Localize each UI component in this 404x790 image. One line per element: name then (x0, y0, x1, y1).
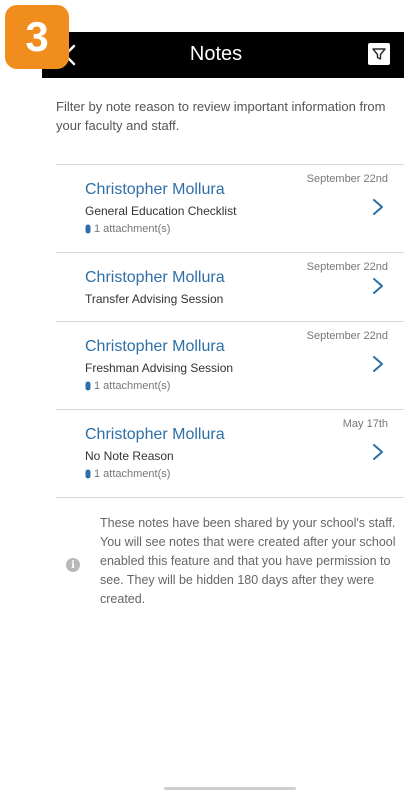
note-author: Christopher Mollura (85, 181, 225, 198)
note-reason: General Education Checklist (85, 204, 237, 218)
filter-icon (372, 48, 386, 60)
paperclip-icon (85, 381, 91, 391)
step-number-badge: 3 (5, 5, 69, 69)
note-reason: No Note Reason (85, 449, 174, 463)
note-list-item[interactable]: May 17th Christopher Mollura No Note Rea… (56, 410, 404, 497)
notes-list: September 22nd Christopher Mollura Gener… (56, 164, 404, 498)
note-date: September 22nd (306, 330, 388, 342)
note-list-item[interactable]: September 22nd Christopher Mollura Gener… (56, 165, 404, 252)
note-date: May 17th (342, 418, 388, 430)
note-date: September 22nd (306, 173, 388, 185)
note-list-item[interactable]: September 22nd Christopher Mollura Fresh… (56, 322, 404, 409)
filter-button[interactable] (368, 43, 390, 65)
header-bar: Notes (42, 32, 404, 78)
paperclip-icon (85, 469, 91, 479)
note-author: Christopher Mollura (85, 269, 225, 286)
info-text: These notes have been shared by your sch… (100, 516, 396, 606)
attachment-count: 1 attachment(s) (94, 380, 171, 392)
info-icon: i (66, 558, 80, 572)
note-reason: Freshman Advising Session (85, 361, 234, 375)
chevron-right-icon (373, 199, 383, 215)
note-reason: Transfer Advising Session (85, 292, 224, 306)
note-date: September 22nd (306, 261, 388, 273)
note-attachments: 1 attachment(s) (85, 223, 170, 235)
page-title: Notes (189, 43, 243, 65)
chevron-right-icon (373, 278, 383, 294)
attachment-count: 1 attachment(s) (94, 223, 171, 235)
attachment-count: 1 attachment(s) (94, 468, 171, 480)
divider (56, 497, 404, 498)
paperclip-icon (85, 224, 91, 234)
chevron-right-icon (373, 356, 383, 372)
note-author: Christopher Mollura (85, 426, 225, 443)
intro-text: Filter by note reason to review importan… (56, 99, 386, 133)
note-attachments: 1 attachment(s) (85, 468, 170, 480)
note-attachments: 1 attachment(s) (85, 380, 170, 392)
chevron-right-icon (373, 444, 383, 460)
note-author: Christopher Mollura (85, 338, 225, 355)
note-list-item[interactable]: September 22nd Christopher Mollura Trans… (56, 253, 404, 321)
